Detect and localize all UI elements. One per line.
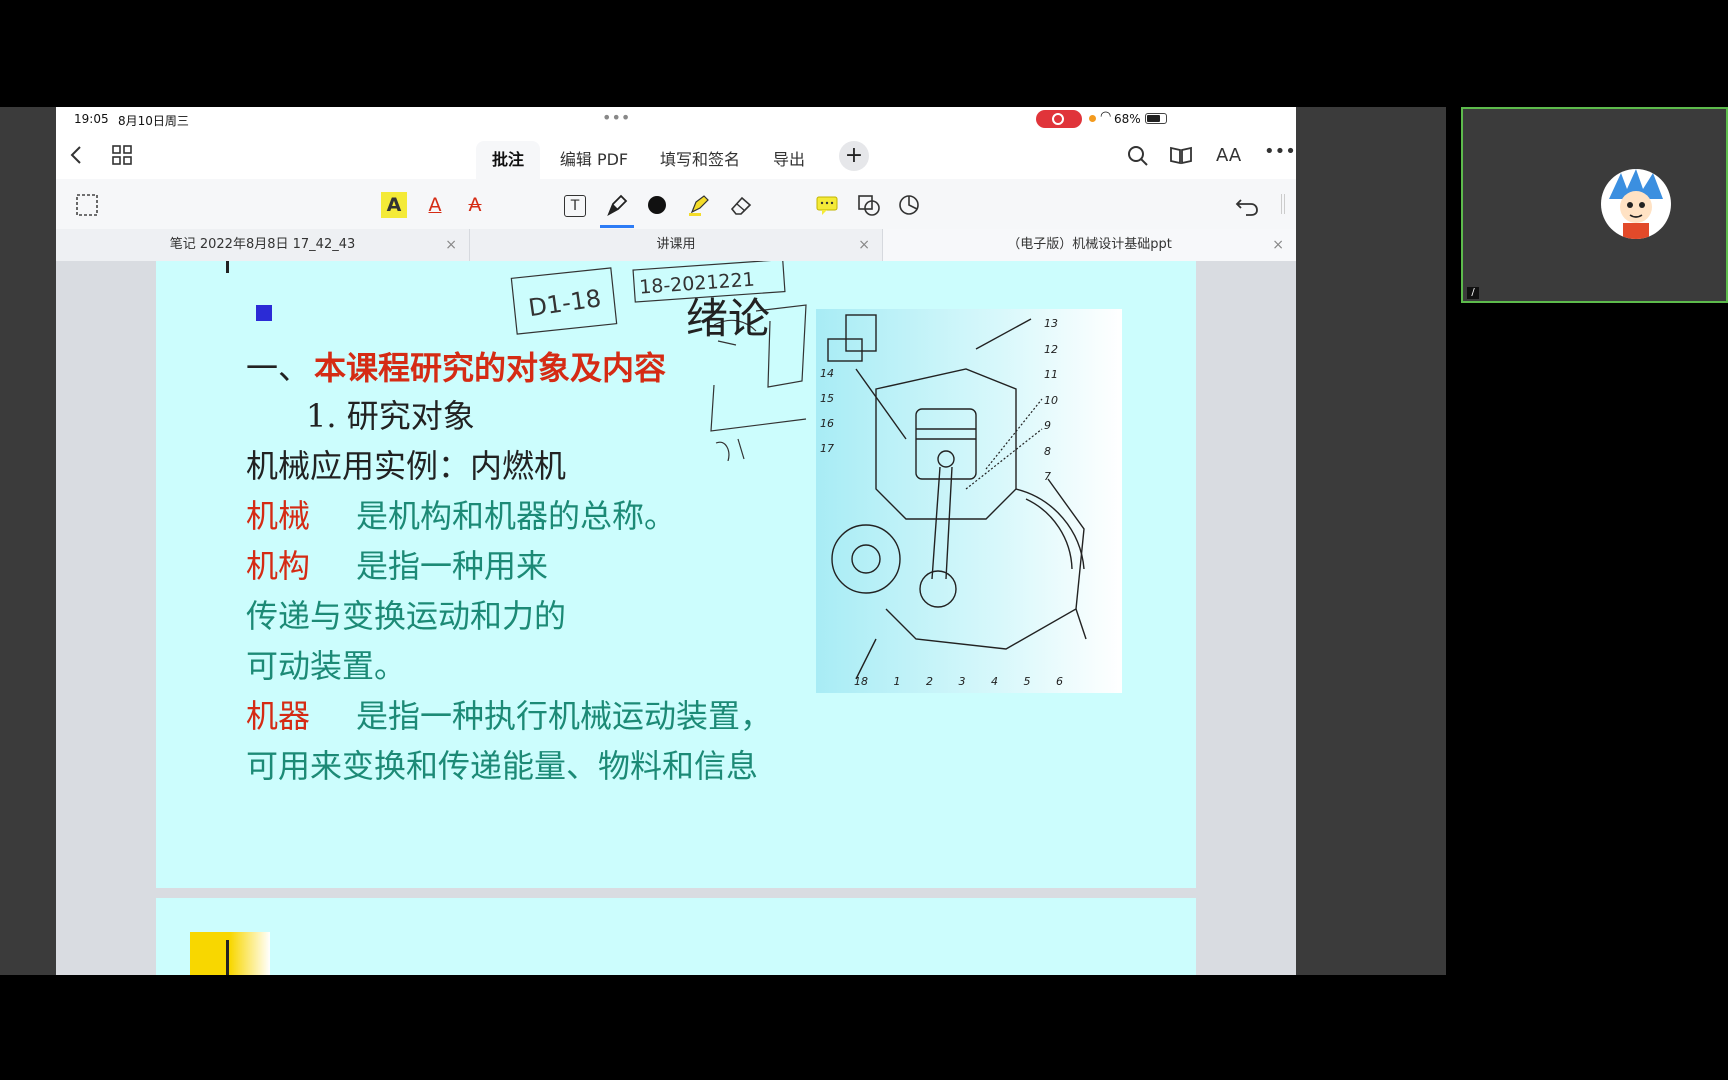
- close-icon[interactable]: ×: [445, 229, 457, 261]
- diagram-left-labels: 14 15 16 17: [820, 367, 834, 455]
- definition-machine-2: 可用来变换和传递能量、物料和信息: [246, 747, 759, 785]
- sub-heading: 1. 研究对象: [306, 397, 475, 435]
- add-tab-button[interactable]: +: [839, 141, 869, 171]
- avatar: [1601, 169, 1671, 239]
- chevron-left-icon[interactable]: [69, 145, 83, 165]
- book-icon[interactable]: [1169, 145, 1193, 165]
- battery-icon: [1145, 113, 1167, 124]
- term-machinery: 机械: [246, 497, 311, 535]
- tab-fill-sign[interactable]: 填写和签名: [650, 141, 750, 179]
- diagram-right-labels: 13 12 11 10 98 7: [1044, 317, 1058, 483]
- doc-tab-label: 笔记 2022年8月8日 17_42_43: [169, 237, 356, 252]
- tab-edit-pdf[interactable]: 编辑 PDF: [552, 141, 636, 179]
- doc-tab-notes[interactable]: 笔记 2022年8月8日 17_42_43 ×: [56, 229, 470, 261]
- shapes-icon[interactable]: [856, 192, 882, 218]
- search-icon[interactable]: [1127, 145, 1149, 167]
- grid-icon[interactable]: [112, 145, 132, 165]
- battery-percent: 68%: [1114, 112, 1141, 126]
- toolbar-drag-handle[interactable]: [1281, 194, 1285, 214]
- heading-prefix: 一、: [246, 349, 311, 387]
- annotation-toolbar: A A A T: [56, 179, 1296, 229]
- tab-export[interactable]: 导出: [762, 141, 816, 179]
- document-canvas[interactable]: D1-18 18-2021221 绪论 一、 本课程研究的对象及内容 1. 研究…: [56, 261, 1296, 975]
- left-margin: [0, 107, 56, 975]
- textbox-icon[interactable]: T: [564, 195, 586, 217]
- document-tabs: 笔记 2022年8月8日 17_42_43 × 讲课用 × （电子版）机械设计基…: [56, 229, 1296, 261]
- definition-mechanism-2: 传递与变换运动和力的: [246, 597, 567, 635]
- recording-indicator[interactable]: [1036, 110, 1082, 128]
- text-size-button[interactable]: AA: [1216, 145, 1241, 166]
- slide-decoration: [190, 932, 270, 975]
- status-bar: 19:05 8月10日周三 ••• ◠ 68%: [56, 107, 1296, 131]
- doc-tab-label: 讲课用: [656, 237, 696, 252]
- video-thumbnail[interactable]: /: [1461, 107, 1728, 303]
- highlighter-icon[interactable]: [686, 192, 712, 218]
- doc-tab-ppt[interactable]: （电子版）机械设计基础ppt ×: [883, 229, 1296, 261]
- doc-tab-lecture[interactable]: 讲课用 ×: [470, 229, 883, 261]
- slide-heading: 本课程研究的对象及内容: [314, 349, 667, 387]
- example-line: 机械应用实例：内燃机: [246, 447, 567, 485]
- term-machine: 机器: [246, 697, 311, 735]
- mic-dot-icon: [1089, 115, 1096, 122]
- record-icon: [1052, 113, 1064, 125]
- top-nav: 批注 编辑 PDF 填写和签名 导出 + AA •••: [56, 131, 1296, 179]
- text-cursor: [226, 261, 229, 273]
- definition-mechanism-1: 是指一种用来: [356, 547, 549, 585]
- ipad-screen: 19:05 8月10日周三 ••• ◠ 68% 批注 编辑 PDF 填写和签名 …: [56, 107, 1296, 975]
- underline-text-icon[interactable]: A: [422, 192, 448, 218]
- diagram-bottom-labels: 18 1 2 3 4 5 6: [854, 675, 1063, 688]
- engine-illustration-icon: [827, 314, 1087, 680]
- undo-icon[interactable]: [1234, 192, 1260, 218]
- text-cursor: [226, 940, 229, 975]
- slide-title: 绪论: [686, 294, 771, 343]
- slide-page: D1-18 18-2021221 绪论 一、 本课程研究的对象及内容 1. 研究…: [156, 261, 1196, 888]
- lasso-icon[interactable]: [896, 192, 922, 218]
- definition-machinery: 是机构和机器的总称。: [356, 497, 677, 535]
- handwriting-a: D1-18: [527, 284, 603, 322]
- more-icon[interactable]: •••: [1264, 141, 1296, 162]
- status-date: 8月10日周三: [118, 114, 189, 128]
- next-slide-page: [156, 898, 1196, 975]
- highlight-text-icon[interactable]: A: [381, 192, 407, 218]
- eraser-icon[interactable]: [728, 192, 754, 218]
- selection-icon[interactable]: [74, 192, 100, 218]
- tab-annotate[interactable]: 批注: [476, 141, 540, 179]
- video-label: /: [1467, 287, 1479, 299]
- close-icon[interactable]: ×: [1272, 229, 1284, 261]
- close-icon[interactable]: ×: [858, 229, 870, 261]
- color-picker-icon[interactable]: [644, 192, 670, 218]
- strikethrough-text-icon[interactable]: A: [462, 192, 488, 218]
- bullet-square: [256, 305, 272, 321]
- engine-diagram: 13 12 11 10 98 7 14 15 16 17 18 1 2 3 4 5 6: [816, 309, 1122, 693]
- doc-tab-label: （电子版）机械设计基础ppt: [1007, 237, 1172, 252]
- active-tool-indicator: [600, 225, 634, 228]
- right-margin: [1296, 107, 1446, 975]
- definition-machine-1: 是指一种执行机械运动装置，: [356, 697, 773, 735]
- definition-mechanism-3: 可动装置。: [246, 647, 407, 685]
- wifi-icon: ◠: [1100, 109, 1112, 124]
- comment-icon[interactable]: [814, 192, 840, 218]
- status-time: 19:05: [74, 112, 109, 126]
- multitask-dots[interactable]: •••: [602, 108, 630, 127]
- avatar-cartoon-icon: [1609, 169, 1663, 239]
- pen-icon[interactable]: [604, 192, 630, 218]
- term-mechanism: 机构: [246, 547, 311, 585]
